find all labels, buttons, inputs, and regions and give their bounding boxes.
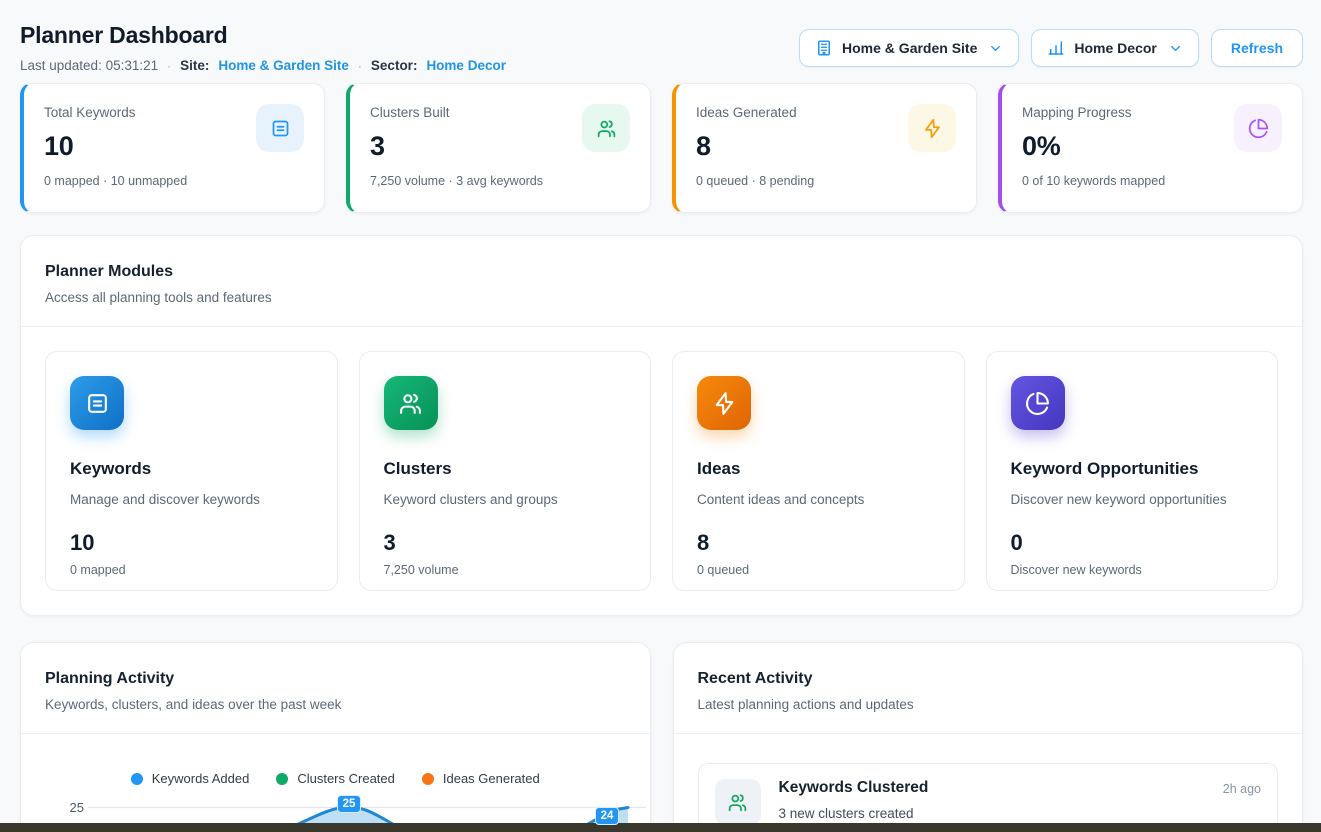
zap-icon [908, 104, 956, 152]
stat-card-ideas-generated: Ideas Generated 8 0 queued · 8 pending [672, 83, 977, 213]
chevron-down-icon [1168, 41, 1183, 56]
module-caption: 0 queued [697, 563, 940, 577]
chevron-down-icon [988, 41, 1003, 56]
zap-icon [697, 376, 751, 430]
document-icon [70, 376, 124, 430]
divider [21, 733, 650, 734]
pie-chart-icon [1011, 376, 1065, 430]
stat-caption: 0 mapped · 10 unmapped [44, 174, 304, 188]
document-icon [256, 104, 304, 152]
activity-body: Keywords Clustered 2h ago 3 new clusters… [779, 779, 1262, 821]
module-card-keywords[interactable]: Keywords Manage and discover keywords 10… [45, 351, 338, 591]
module-card-keyword-opportunities[interactable]: Keyword Opportunities Discover new keywo… [986, 351, 1279, 591]
site-selector-label: Home & Garden Site [842, 40, 977, 56]
legend-item-ideas-generated[interactable]: Ideas Generated [422, 771, 540, 786]
recent-activity-panel: Recent Activity Latest planning actions … [673, 642, 1304, 832]
chart-legend: Keywords Added Clusters Created Ideas Ge… [21, 771, 650, 786]
header-left: Planner Dashboard Last updated: 05:31:21… [20, 22, 506, 73]
modules-grid: Keywords Manage and discover keywords 10… [21, 327, 1302, 615]
module-title: Clusters [384, 459, 627, 479]
meta-dot: · [167, 59, 171, 73]
module-value: 8 [697, 530, 940, 556]
bar-chart-icon [1047, 39, 1065, 57]
stat-caption: 7,250 volume · 3 avg keywords [370, 174, 630, 188]
legend-label: Clusters Created [297, 771, 395, 786]
module-caption: 0 mapped [70, 563, 313, 577]
sector-link[interactable]: Home Decor [426, 58, 506, 73]
recent-activity-title: Recent Activity [698, 670, 1279, 688]
sector-selector-label: Home Decor [1074, 40, 1156, 56]
module-subtitle: Keyword clusters and groups [384, 492, 627, 507]
meta-dot: · [358, 59, 362, 73]
module-caption: Discover new keywords [1011, 563, 1254, 577]
modules-panel-header: Planner Modules Access all planning tool… [21, 236, 1302, 326]
bottom-row: Planning Activity Keywords, clusters, an… [20, 642, 1303, 832]
y-axis-tick: 25 [70, 800, 84, 815]
header-actions: Home & Garden Site Home Decor Refresh [799, 29, 1303, 67]
stat-caption: 0 queued · 8 pending [696, 174, 956, 188]
module-value: 10 [70, 530, 313, 556]
module-title: Keyword Opportunities [1011, 459, 1254, 479]
module-card-clusters[interactable]: Clusters Keyword clusters and groups 3 7… [359, 351, 652, 591]
planning-activity-title: Planning Activity [45, 670, 626, 688]
site-label: Site: [180, 58, 209, 73]
module-caption: 7,250 volume [384, 563, 627, 577]
module-subtitle: Content ideas and concepts [697, 492, 940, 507]
legend-dot-green [276, 773, 288, 785]
bottom-dark-bar [0, 823, 1321, 832]
users-icon [715, 779, 761, 825]
recent-activity-subtitle: Latest planning actions and updates [698, 697, 1279, 712]
module-title: Ideas [697, 459, 940, 479]
page-title: Planner Dashboard [20, 22, 506, 49]
module-card-ideas[interactable]: Ideas Content ideas and concepts 8 0 que… [672, 351, 965, 591]
activity-item-keywords-clustered: Keywords Clustered 2h ago 3 new clusters… [698, 763, 1279, 832]
stat-card-mapping-progress: Mapping Progress 0% 0 of 10 keywords map… [998, 83, 1303, 213]
stat-caption: 0 of 10 keywords mapped [1022, 174, 1282, 188]
module-value: 0 [1011, 530, 1254, 556]
activity-top-row: Keywords Clustered 2h ago [779, 779, 1262, 797]
refresh-button[interactable]: Refresh [1211, 29, 1303, 67]
sector-selector-button[interactable]: Home Decor [1031, 29, 1198, 67]
meta-row: Last updated: 05:31:21 · Site: Home & Ga… [20, 58, 506, 73]
modules-title: Planner Modules [45, 263, 1278, 281]
recent-activity-header: Recent Activity Latest planning actions … [674, 643, 1303, 733]
module-subtitle: Discover new keyword opportunities [1011, 492, 1254, 507]
last-updated-text: Last updated: 05:31:21 [20, 58, 158, 73]
legend-item-clusters-created[interactable]: Clusters Created [276, 771, 395, 786]
legend-dot-orange [422, 773, 434, 785]
legend-dot-blue [131, 773, 143, 785]
sector-label: Sector: [371, 58, 418, 73]
planner-dashboard-screen: Planner Dashboard Last updated: 05:31:21… [0, 0, 1321, 832]
divider [674, 733, 1303, 734]
data-label-badge: 24 [595, 807, 619, 825]
legend-label: Ideas Generated [443, 771, 540, 786]
page-header: Planner Dashboard Last updated: 05:31:21… [20, 22, 1303, 73]
modules-subtitle: Access all planning tools and features [45, 290, 1278, 305]
module-subtitle: Manage and discover keywords [70, 492, 313, 507]
stat-card-total-keywords: Total Keywords 10 0 mapped · 10 unmapped [20, 83, 325, 213]
planning-activity-header: Planning Activity Keywords, clusters, an… [21, 643, 650, 733]
module-value: 3 [384, 530, 627, 556]
planning-activity-panel: Planning Activity Keywords, clusters, an… [20, 642, 651, 832]
site-selector-button[interactable]: Home & Garden Site [799, 29, 1019, 67]
pie-chart-icon [1234, 104, 1282, 152]
planner-modules-panel: Planner Modules Access all planning tool… [20, 235, 1303, 616]
module-title: Keywords [70, 459, 313, 479]
building-icon [815, 39, 833, 57]
stat-card-clusters-built: Clusters Built 3 7,250 volume · 3 avg ke… [346, 83, 651, 213]
users-icon [582, 104, 630, 152]
activity-subtitle: 3 new clusters created [779, 806, 1262, 821]
site-link[interactable]: Home & Garden Site [218, 58, 349, 73]
legend-label: Keywords Added [152, 771, 250, 786]
stats-row: Total Keywords 10 0 mapped · 10 unmapped… [20, 83, 1303, 213]
users-icon [384, 376, 438, 430]
activity-time: 2h ago [1223, 782, 1261, 796]
activity-title: Keywords Clustered [779, 779, 929, 797]
planning-activity-subtitle: Keywords, clusters, and ideas over the p… [45, 697, 626, 712]
data-label-badge: 25 [337, 795, 361, 813]
legend-item-keywords-added[interactable]: Keywords Added [131, 771, 250, 786]
